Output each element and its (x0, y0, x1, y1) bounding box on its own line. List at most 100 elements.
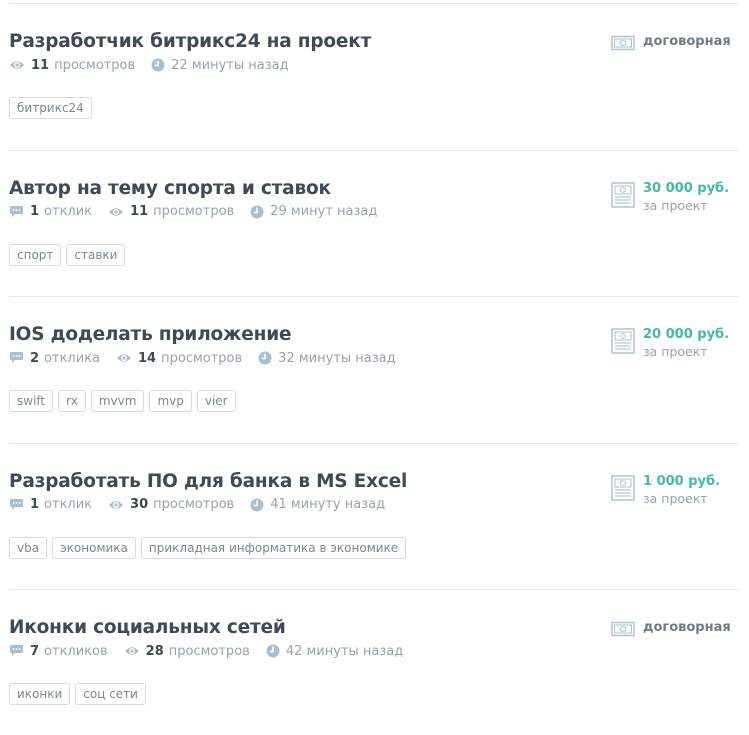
tag-chip[interactable]: mvp (149, 390, 192, 412)
tag-chip[interactable]: vier (196, 390, 236, 412)
published-time-text: 32 минуты назад (278, 350, 396, 366)
price-icon-wrap (611, 181, 635, 212)
replies-number: 2 (30, 350, 40, 366)
replies-count: 7 откликов (9, 644, 108, 659)
views-label: просмотров (161, 350, 243, 366)
task-title-link[interactable]: IOS доделать приложение (9, 324, 292, 345)
task-card: Иконки социальных сетей 7 откликов 28 просмо… (0, 589, 749, 735)
task-tags: swift rx mvvm mvp vier (9, 390, 241, 412)
price-icon-wrap (611, 35, 635, 55)
replies-number: 7 (30, 643, 40, 659)
price-term: за проект (643, 490, 708, 506)
task-title-link[interactable]: Автор на тему спорта и ставок (9, 178, 331, 199)
views-count: 30 просмотров (108, 497, 234, 512)
replies-count: 1 отклик (9, 204, 92, 219)
price-value: 1 000 руб. (643, 473, 721, 489)
tag-chip[interactable]: swift (9, 390, 54, 412)
clock-icon (258, 351, 272, 365)
views-count: 11 просмотров (108, 204, 234, 219)
tag-chip[interactable]: спорт (9, 243, 62, 266)
published-time-text: 29 минут назад (270, 204, 378, 219)
replies-number: 1 (30, 497, 40, 512)
price-list-icon (611, 328, 635, 354)
banknote-icon (611, 621, 635, 637)
task-card: IOS доделать приложение 2 отклика 14 просмот… (0, 296, 749, 442)
eye-icon (117, 354, 132, 362)
task-meta: 11 просмотров 22 минуты назад (9, 56, 305, 74)
task-title-link[interactable]: Разработчик битрикс24 на проект (9, 31, 371, 52)
replies-label: отклика (44, 350, 101, 366)
price-term: за проект (643, 197, 708, 213)
replies-label: откликов (44, 643, 108, 659)
clock-icon (250, 205, 264, 218)
views-label: просмотров (153, 204, 235, 219)
task-card: Разработать ПО для банка в MS Excel 1 откл… (0, 443, 749, 589)
views-number: 11 (31, 57, 50, 73)
price-value: договорная (643, 620, 731, 635)
price-value: договорная (643, 34, 731, 49)
price-text: договорная (643, 619, 731, 636)
views-label: просмотров (54, 57, 136, 73)
replies-count: 1 отклик (9, 497, 92, 512)
price-term: за проект (643, 344, 708, 359)
tag-chip[interactable]: соц сети (75, 683, 146, 705)
tag-chip[interactable]: rx (58, 390, 86, 412)
price-value: 30 000 руб. (643, 180, 730, 196)
published-time: 41 минуту назад (250, 497, 385, 512)
clock-icon (266, 644, 280, 658)
task-card: Разработчик битрикс24 на проект 11 просмот… (0, 3, 749, 149)
price-text: 30 000 руб. за проект (643, 180, 729, 214)
published-time: 42 минуты назад (266, 644, 403, 659)
views-count: 28 просмотров (124, 644, 250, 659)
price-list-icon (611, 474, 635, 501)
views-number: 11 (130, 204, 149, 219)
replies-label: отклик (44, 497, 93, 512)
views-label: просмотров (168, 643, 250, 659)
views-label: просмотров (153, 497, 235, 512)
tag-chip[interactable]: vba (9, 536, 48, 559)
task-tags: спорт ставки (9, 243, 130, 266)
task-price: договорная (611, 33, 731, 55)
task-meta: 7 откликов 28 просмотров 42 минуты назад (9, 642, 419, 660)
tag-chip[interactable]: битрикс24 (9, 97, 92, 119)
published-time: 22 минуты назад (151, 57, 289, 73)
task-title-link[interactable]: Разработать ПО для банка в MS Excel (9, 471, 407, 492)
task-card: Автор на тему спорта и ставок 1 отклик 11 пр… (0, 150, 749, 296)
views-count: 11 просмотров (9, 58, 135, 73)
views-count: 14 просмотров (116, 351, 242, 366)
clock-icon (151, 58, 165, 72)
task-tags: vba экономика прикладная информатика в эко… (9, 536, 411, 559)
task-price: 20 000 руб. за проект (611, 326, 729, 360)
tag-chip[interactable]: mvvm (90, 390, 145, 412)
eye-icon (109, 500, 124, 509)
published-time-text: 22 минуты назад (171, 57, 289, 73)
task-meta: 2 отклика 14 просмотров 32 минуты назад (9, 349, 412, 367)
tag-chip[interactable]: ставки (66, 243, 126, 266)
views-number: 28 (145, 643, 164, 659)
replies-label: отклик (44, 204, 93, 219)
task-tags: иконки соц сети (9, 683, 151, 705)
tag-chip[interactable]: экономика (52, 536, 136, 559)
price-icon-wrap (611, 621, 635, 641)
eye-icon (124, 647, 139, 655)
task-title-link[interactable]: Иконки социальных сетей (9, 617, 286, 638)
tag-chip[interactable]: иконки (9, 683, 71, 705)
replies-count: 2 отклика (9, 351, 100, 366)
price-text: 1 000 руб. за проект (643, 473, 720, 507)
eye-icon (109, 207, 124, 216)
published-time-text: 42 минуты назад (285, 643, 404, 659)
speech-bubble-icon (10, 352, 23, 363)
speech-bubble-icon (10, 205, 23, 217)
views-number: 14 (138, 350, 157, 366)
published-time-text: 41 минуту назад (270, 497, 386, 512)
price-list-icon (611, 181, 635, 208)
banknote-icon (611, 35, 635, 51)
eye-icon (10, 61, 24, 69)
views-number: 30 (130, 497, 149, 512)
speech-bubble-icon (10, 645, 23, 656)
task-meta: 1 отклик 30 просмотров 41 минуту назад (9, 496, 401, 514)
published-time: 32 минуты назад (258, 350, 396, 366)
replies-number: 1 (30, 204, 40, 219)
clock-icon (250, 498, 264, 511)
tag-chip[interactable]: прикладная информатика в экономике (140, 536, 407, 559)
